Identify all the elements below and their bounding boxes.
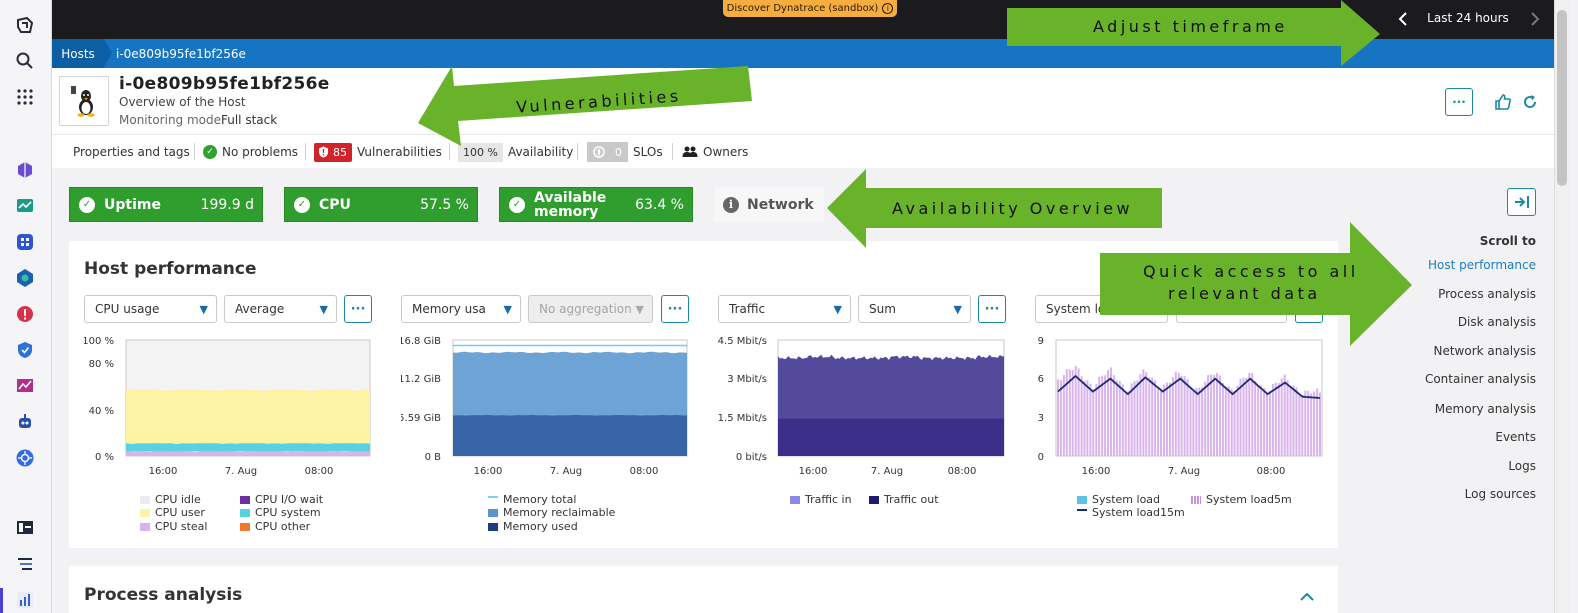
annotation-overlay	[418, 0, 1412, 346]
annotation-availability: Availability Overview	[892, 199, 1134, 218]
annotation-quick-access-1: Quick access to all	[1143, 262, 1359, 281]
annotation-quick-access-2: relevant data	[1168, 284, 1321, 303]
annotation-timeframe: Adjust timeframe	[1093, 17, 1288, 36]
